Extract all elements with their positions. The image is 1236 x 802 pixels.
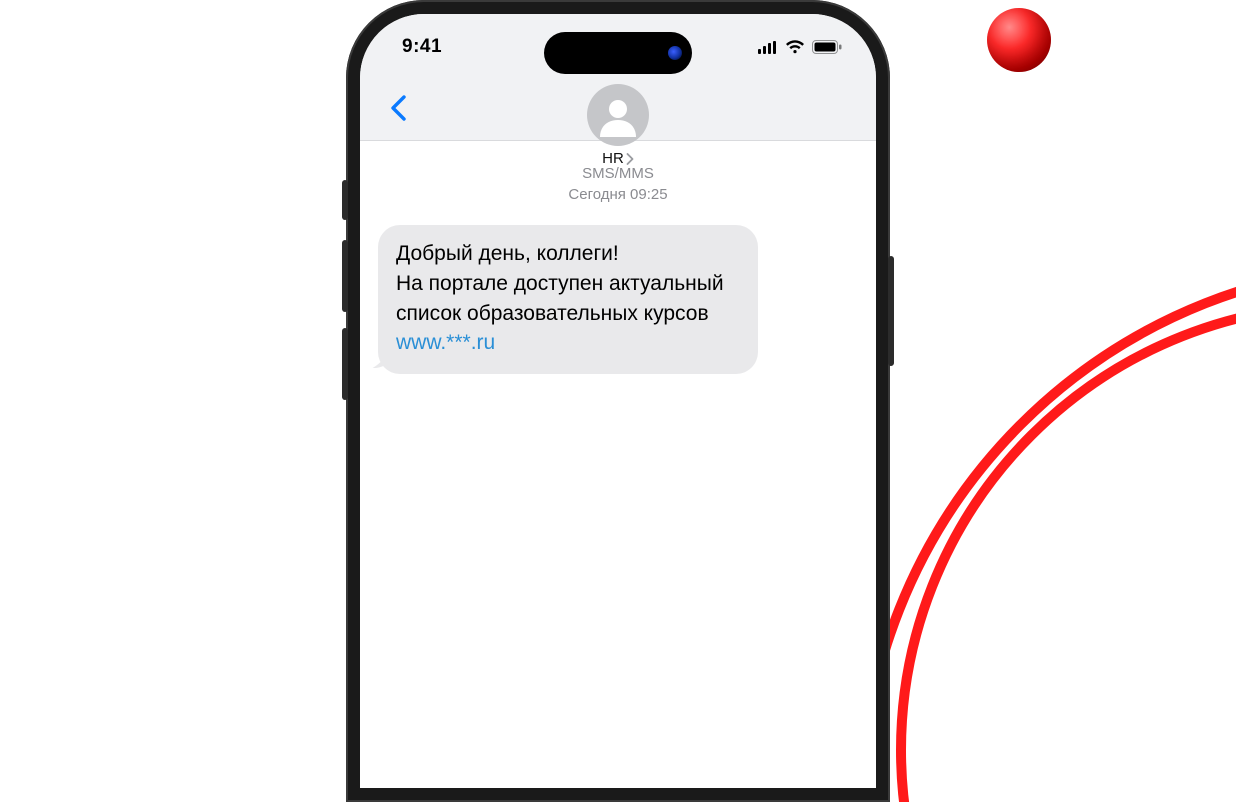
avatar	[587, 84, 649, 146]
chevron-right-icon	[626, 153, 634, 165]
timestamp-label: Сегодня 09:25	[568, 184, 667, 205]
person-icon	[596, 93, 640, 137]
phone-side-button	[888, 256, 894, 366]
phone-screen: 9:41	[360, 14, 876, 788]
message-link[interactable]: www.***.ru	[396, 331, 495, 354]
status-icons	[758, 40, 842, 54]
decorative-arc	[856, 260, 1236, 802]
phone-side-button	[342, 240, 348, 312]
chevron-left-icon	[390, 95, 406, 121]
thread-meta: SMS/MMS Сегодня 09:25	[568, 163, 667, 205]
message-row: Добрый день, коллеги!На портале доступен…	[378, 225, 858, 374]
decorative-sphere	[987, 8, 1051, 72]
back-button[interactable]	[376, 86, 420, 130]
phone-side-button	[342, 180, 348, 220]
status-time: 9:41	[402, 36, 442, 58]
message-thread[interactable]: SMS/MMS Сегодня 09:25 Добрый день, колле…	[360, 141, 876, 788]
wifi-icon	[785, 40, 805, 54]
conversation-header: HR	[360, 80, 876, 141]
phone-side-button	[342, 328, 348, 400]
incoming-message-bubble[interactable]: Добрый день, коллеги!На портале доступен…	[378, 225, 758, 374]
battery-icon	[812, 40, 842, 54]
phone-frame: 9:41	[346, 0, 890, 802]
bubble-tail	[372, 350, 390, 368]
decorative-arc	[896, 300, 1236, 802]
dynamic-island	[544, 32, 692, 74]
message-text: Добрый день, коллеги!На портале доступен…	[396, 242, 724, 325]
front-camera-icon	[668, 46, 682, 60]
contact-info[interactable]: HR	[587, 84, 649, 167]
contact-name: HR	[602, 150, 624, 167]
cellular-icon	[758, 41, 778, 54]
